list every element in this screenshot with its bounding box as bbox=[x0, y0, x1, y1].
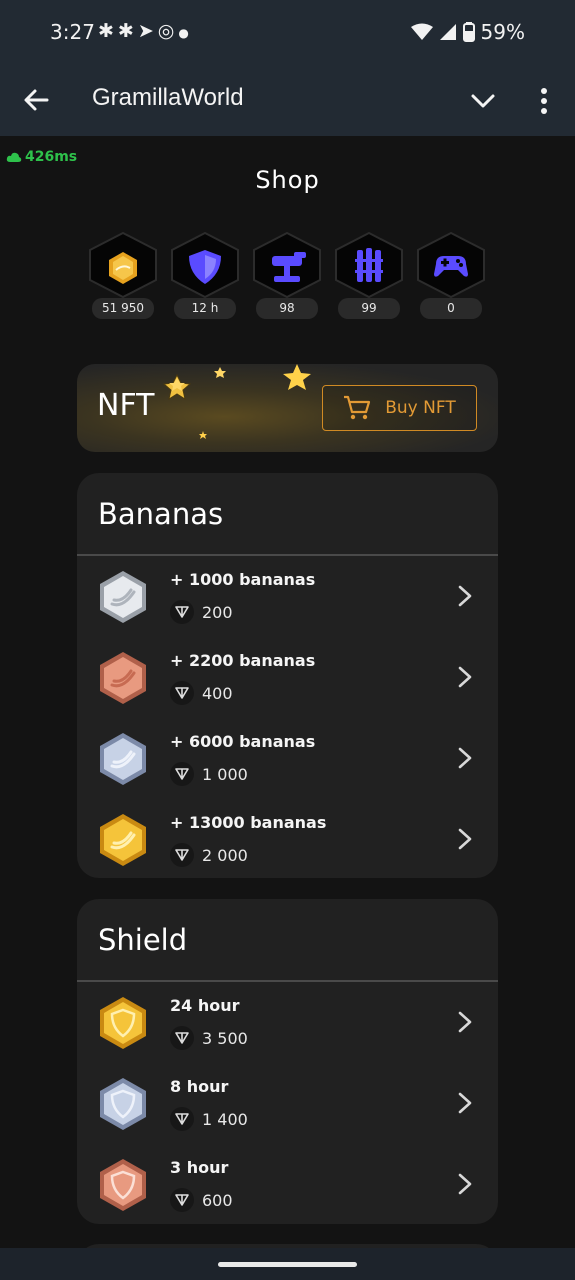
system-nav-bar bbox=[0, 1248, 575, 1280]
gold-banana-badge-icon bbox=[100, 814, 146, 866]
item-price: 2 000 bbox=[170, 843, 248, 867]
list-item[interactable]: + 6000 bananas 1 000 bbox=[77, 718, 498, 798]
chevron-right-icon bbox=[458, 747, 472, 769]
stat-fence: 99 bbox=[332, 232, 406, 322]
chevron-right-icon bbox=[458, 666, 472, 688]
status-time: 3:27 bbox=[50, 20, 95, 44]
gem-icon bbox=[170, 1188, 194, 1212]
nft-banner: NFT Buy NFT bbox=[77, 364, 498, 452]
silver-banana-badge-icon bbox=[100, 571, 146, 623]
gem-icon bbox=[170, 600, 194, 624]
chevron-right-icon bbox=[458, 1173, 472, 1195]
ping-value: 426ms bbox=[25, 149, 78, 165]
card-title: Shield bbox=[98, 923, 188, 957]
item-name: + 2200 bananas bbox=[170, 651, 316, 670]
price-value: 600 bbox=[202, 1190, 233, 1210]
item-price: 400 bbox=[170, 681, 233, 705]
nft-label: NFT bbox=[97, 388, 155, 423]
chevron-down-icon[interactable] bbox=[468, 86, 498, 116]
shield-card: Shield 24 hour 3 500 8 hour 1 400 3 hour… bbox=[77, 899, 498, 1224]
status-bar: 3:27 ✱✱➤◎● 59% bbox=[0, 0, 575, 66]
slack-icon: ✱ bbox=[98, 20, 118, 42]
stat-shield: 12 h bbox=[168, 232, 242, 322]
more-options-icon[interactable] bbox=[530, 86, 558, 116]
price-value: 400 bbox=[202, 683, 233, 703]
list-item[interactable]: 8 hour 1 400 bbox=[77, 1063, 498, 1143]
stat-count: 51 950 bbox=[92, 298, 154, 319]
gem-icon bbox=[170, 1107, 194, 1131]
chevron-right-icon bbox=[458, 1011, 472, 1033]
item-name: + 6000 bananas bbox=[170, 732, 316, 751]
app-bar: GramillaWorld bbox=[0, 66, 575, 136]
item-price: 1 400 bbox=[170, 1107, 248, 1131]
card-title: Bananas bbox=[98, 497, 224, 531]
stat-count: 98 bbox=[256, 298, 318, 319]
item-name: 8 hour bbox=[170, 1077, 229, 1096]
chevron-right-icon bbox=[458, 585, 472, 607]
item-price: 200 bbox=[170, 600, 233, 624]
silver-shield-badge-icon bbox=[100, 1078, 146, 1130]
price-value: 2 000 bbox=[202, 845, 248, 865]
battery-icon bbox=[462, 22, 475, 42]
chevron-right-icon bbox=[458, 828, 472, 850]
list-item[interactable]: + 1000 bananas 200 bbox=[77, 556, 498, 636]
wifi-icon bbox=[410, 23, 433, 40]
resource-stats: 51 950 12 h 98 99 0 bbox=[86, 232, 490, 322]
buy-nft-button[interactable]: Buy NFT bbox=[322, 385, 477, 431]
list-item[interactable]: 24 hour 3 500 bbox=[77, 982, 498, 1062]
item-name: 3 hour bbox=[170, 1158, 229, 1177]
stat-gamepad: 0 bbox=[414, 232, 488, 322]
notification-icons: ✱✱➤◎● bbox=[98, 20, 193, 42]
stat-count: 0 bbox=[420, 298, 482, 319]
bronze-shield-badge-icon bbox=[100, 1159, 146, 1211]
dot-icon: ● bbox=[178, 26, 193, 40]
chevron-right-icon bbox=[458, 1092, 472, 1114]
app-title: GramillaWorld bbox=[92, 84, 244, 111]
home-gesture-handle[interactable] bbox=[218, 1262, 357, 1267]
fence-icon bbox=[335, 232, 403, 298]
back-arrow-icon[interactable] bbox=[20, 84, 52, 116]
gem-icon bbox=[170, 681, 194, 705]
item-name: + 13000 bananas bbox=[170, 813, 327, 832]
list-item[interactable]: + 2200 bananas 400 bbox=[77, 637, 498, 717]
price-value: 200 bbox=[202, 602, 233, 622]
gem-icon bbox=[170, 762, 194, 786]
stat-count: 12 h bbox=[174, 298, 236, 319]
gold-shield-badge-icon bbox=[100, 997, 146, 1049]
item-name: + 1000 bananas bbox=[170, 570, 316, 589]
shield-icon bbox=[171, 232, 239, 298]
bananas-card: Bananas + 1000 bananas 200 + 2200 banana… bbox=[77, 473, 498, 878]
stat-turret: 98 bbox=[250, 232, 324, 322]
list-item[interactable]: 3 hour 600 bbox=[77, 1144, 498, 1224]
list-item[interactable]: + 13000 bananas 2 000 bbox=[77, 799, 498, 878]
cart-icon bbox=[344, 395, 371, 420]
status-right: 59% bbox=[410, 20, 525, 44]
price-value: 3 500 bbox=[202, 1028, 248, 1048]
item-price: 600 bbox=[170, 1188, 233, 1212]
item-price: 1 000 bbox=[170, 762, 248, 786]
blue-silver-banana-badge-icon bbox=[100, 733, 146, 785]
item-name: 24 hour bbox=[170, 996, 240, 1015]
cloud-icon bbox=[6, 152, 22, 162]
instagram-icon: ◎ bbox=[157, 20, 179, 42]
ping-indicator: 426ms bbox=[6, 149, 77, 165]
coin-icon bbox=[89, 232, 157, 298]
turret-icon bbox=[253, 232, 321, 298]
telegram-icon: ➤ bbox=[137, 20, 158, 42]
page-title: Shop bbox=[255, 166, 320, 194]
stat-count: 99 bbox=[338, 298, 400, 319]
price-value: 1 000 bbox=[202, 764, 248, 784]
price-value: 1 400 bbox=[202, 1109, 248, 1129]
gem-icon bbox=[170, 1026, 194, 1050]
bronze-banana-badge-icon bbox=[100, 652, 146, 704]
slack-icon: ✱ bbox=[117, 20, 138, 42]
stat-coins: 51 950 bbox=[86, 232, 160, 322]
item-price: 3 500 bbox=[170, 1026, 248, 1050]
gamepad-icon bbox=[417, 232, 485, 298]
gem-icon bbox=[170, 843, 194, 867]
buy-nft-label: Buy NFT bbox=[385, 398, 456, 418]
signal-icon bbox=[439, 24, 456, 40]
battery-percent: 59% bbox=[480, 20, 525, 44]
